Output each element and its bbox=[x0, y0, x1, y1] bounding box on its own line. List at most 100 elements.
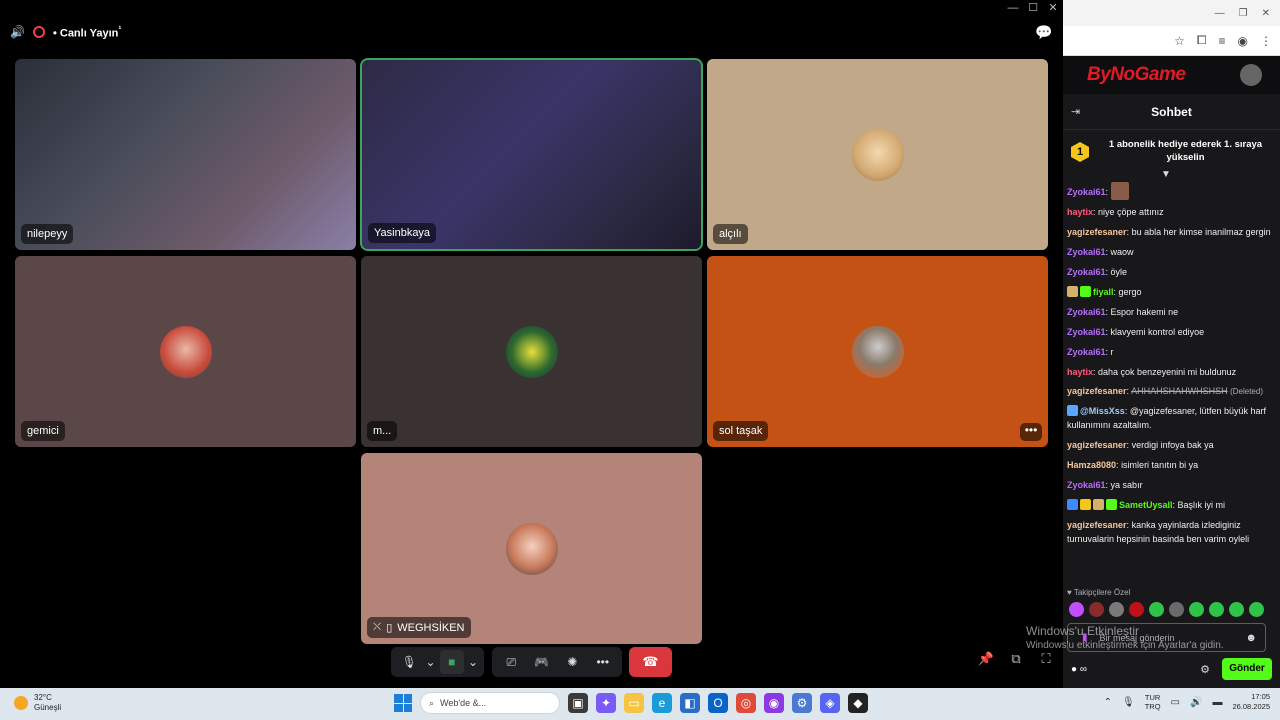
media-control-icon[interactable]: ≡ bbox=[1219, 34, 1226, 48]
participant-tile[interactable]: nilepeyy bbox=[15, 59, 356, 250]
chat-username[interactable]: yagizefesaner bbox=[1067, 386, 1127, 396]
weather-widget[interactable]: 32°C Güneşli bbox=[14, 693, 61, 714]
chat-username[interactable]: Zyokai61 bbox=[1067, 267, 1106, 277]
speaker-icon[interactable]: 🔊 bbox=[10, 25, 25, 39]
screen-share-button[interactable]: ⎚ bbox=[498, 650, 525, 674]
chat-toggle-icon[interactable]: 💬 bbox=[1035, 24, 1053, 40]
restore-icon[interactable]: ❐ bbox=[1239, 8, 1248, 19]
chrome-icon[interactable]: ◎ bbox=[736, 693, 756, 713]
app-icon[interactable]: ◉ bbox=[764, 693, 784, 713]
chat-username[interactable]: Zyokai61 bbox=[1067, 480, 1106, 490]
language-indicator[interactable]: TUR TRQ bbox=[1145, 693, 1161, 712]
discord-icon[interactable]: ◈ bbox=[820, 693, 840, 713]
more-options-button[interactable]: ••• bbox=[1020, 423, 1042, 441]
chat-username[interactable]: Zyokai61 bbox=[1067, 247, 1106, 257]
emoji-picker-icon[interactable]: ☻ bbox=[1245, 632, 1257, 644]
emote-icon[interactable] bbox=[1229, 602, 1244, 617]
mic-icon[interactable]: 🎙 bbox=[1122, 697, 1135, 708]
emote-icon[interactable] bbox=[1129, 602, 1144, 617]
pin-icon[interactable]: 📌 bbox=[977, 651, 995, 671]
maximize-icon[interactable]: ☐ bbox=[1023, 0, 1043, 16]
chat-username[interactable]: yagizefesaner bbox=[1067, 227, 1127, 237]
edge-icon[interactable]: e bbox=[652, 693, 672, 713]
expand-icon[interactable]: ▼ bbox=[1161, 169, 1171, 180]
chat-username[interactable]: Zyokai61 bbox=[1067, 187, 1106, 197]
chat-username[interactable]: SametUysall bbox=[1119, 500, 1173, 510]
network-icon[interactable]: ▭ bbox=[1171, 697, 1180, 708]
file-explorer-icon[interactable]: ▭ bbox=[624, 693, 644, 713]
user-badge-icon[interactable] bbox=[1080, 285, 1091, 297]
chevron-down-icon[interactable]: ⌄ bbox=[426, 650, 436, 674]
chat-username[interactable]: haytix bbox=[1067, 367, 1093, 377]
chat-username[interactable]: Zyokai61 bbox=[1067, 307, 1106, 317]
camera-button[interactable]: ■ bbox=[439, 650, 464, 674]
app-icon[interactable]: ◆ bbox=[848, 693, 868, 713]
chevron-up-icon[interactable]: ⌃ bbox=[1104, 697, 1112, 708]
user-badge-icon[interactable] bbox=[1106, 499, 1117, 511]
chat-username[interactable]: Zyokai61 bbox=[1067, 347, 1106, 357]
emote-icon[interactable] bbox=[1089, 602, 1104, 617]
chat-username[interactable]: fiyall bbox=[1093, 287, 1114, 297]
send-button[interactable]: Gönder bbox=[1222, 658, 1272, 680]
chat-message: Zyokai61: waow bbox=[1067, 246, 1134, 257]
site-logo[interactable]: ByNoGame bbox=[1087, 64, 1186, 86]
user-badge-icon[interactable] bbox=[1080, 499, 1091, 511]
clock[interactable]: 17:05 26.08.2025 bbox=[1232, 692, 1270, 712]
participant-tile[interactable]: m... bbox=[361, 256, 702, 447]
minimize-icon[interactable]: — bbox=[1215, 8, 1225, 19]
user-avatar[interactable] bbox=[1240, 64, 1262, 86]
more-icon[interactable]: ••• bbox=[590, 650, 617, 674]
participant-tile[interactable]: sol taşak ••• bbox=[707, 256, 1048, 447]
task-view-icon[interactable]: ▣ bbox=[568, 693, 588, 713]
emote-icon[interactable] bbox=[1149, 602, 1164, 617]
taskbar-search[interactable]: ⌕ Web'de &... bbox=[420, 692, 560, 714]
user-badge-icon[interactable] bbox=[1067, 499, 1078, 511]
hang-up-button[interactable]: ☎ bbox=[629, 647, 672, 677]
emote-icon[interactable] bbox=[1069, 602, 1084, 617]
chat-username[interactable]: Zyokai61 bbox=[1067, 327, 1106, 337]
windows-start-icon[interactable] bbox=[394, 694, 412, 712]
popout-icon[interactable]: ⧉ bbox=[1007, 651, 1025, 671]
fullscreen-icon[interactable]: ⛶ bbox=[1037, 651, 1055, 671]
gift-sub-promo[interactable]: 1 1 abonelik hediye ederek 1. sıraya yük… bbox=[1063, 130, 1280, 180]
user-badge-icon[interactable] bbox=[1067, 405, 1078, 417]
settings-icon[interactable]: ⚙ bbox=[792, 693, 812, 713]
chat-username[interactable]: @MissXss bbox=[1080, 406, 1125, 416]
chat-message: yagizefesaner: AHHAHSHAHWHSHSH (Deleted) bbox=[1067, 386, 1263, 397]
channel-points[interactable]: ● ∞ bbox=[1071, 664, 1200, 675]
extensions-icon[interactable]: ⧠ bbox=[1197, 33, 1207, 48]
emote-icon[interactable] bbox=[1209, 602, 1224, 617]
battery-icon[interactable]: ▬ bbox=[1212, 697, 1222, 708]
participant-tile[interactable]: ⛌ ▯ WEGHSİKEN bbox=[361, 453, 702, 644]
activities-button[interactable]: 🎮 bbox=[529, 650, 556, 674]
emote-icon[interactable] bbox=[1189, 602, 1204, 617]
profile-icon[interactable]: ◉ bbox=[1238, 34, 1248, 48]
menu-icon[interactable]: ⋮ bbox=[1260, 34, 1272, 48]
microphone-button[interactable]: 🎙 bbox=[397, 650, 422, 674]
outlook-icon[interactable]: O bbox=[708, 693, 728, 713]
gear-icon[interactable]: ⚙ bbox=[1200, 663, 1210, 676]
chat-username[interactable]: Hamza8080 bbox=[1067, 460, 1116, 470]
participant-tile[interactable]: gemici bbox=[15, 256, 356, 447]
participant-tile-speaking[interactable]: Yasinbkaya bbox=[360, 58, 703, 251]
user-badge-icon[interactable] bbox=[1093, 499, 1104, 511]
chat-username[interactable]: yagizefesaner bbox=[1067, 440, 1127, 450]
emote-icon[interactable] bbox=[1109, 602, 1124, 617]
site-header: ByNoGame bbox=[1063, 56, 1280, 94]
store-icon[interactable]: ◧ bbox=[680, 693, 700, 713]
participant-tile[interactable]: alçılı bbox=[707, 59, 1048, 250]
volume-icon[interactable]: 🔊 bbox=[1190, 697, 1202, 708]
emote-icon[interactable] bbox=[1169, 602, 1184, 617]
emote-icon[interactable] bbox=[1249, 602, 1264, 617]
bookmark-star-icon[interactable]: ☆ bbox=[1174, 34, 1185, 48]
chat-username[interactable]: yagizefesaner bbox=[1067, 520, 1127, 530]
collapse-chat-icon[interactable]: ⇥ bbox=[1071, 105, 1091, 118]
close-icon[interactable]: ✕ bbox=[1043, 0, 1063, 16]
minimize-icon[interactable]: — bbox=[1003, 0, 1023, 16]
chat-username[interactable]: haytix bbox=[1067, 207, 1093, 217]
chevron-down-icon[interactable]: ⌄ bbox=[468, 650, 478, 674]
soundboard-button[interactable]: ✺ bbox=[559, 650, 586, 674]
user-badge-icon[interactable] bbox=[1067, 285, 1078, 297]
copilot-icon[interactable]: ✦ bbox=[596, 693, 616, 713]
close-icon[interactable]: ✕ bbox=[1262, 8, 1270, 19]
